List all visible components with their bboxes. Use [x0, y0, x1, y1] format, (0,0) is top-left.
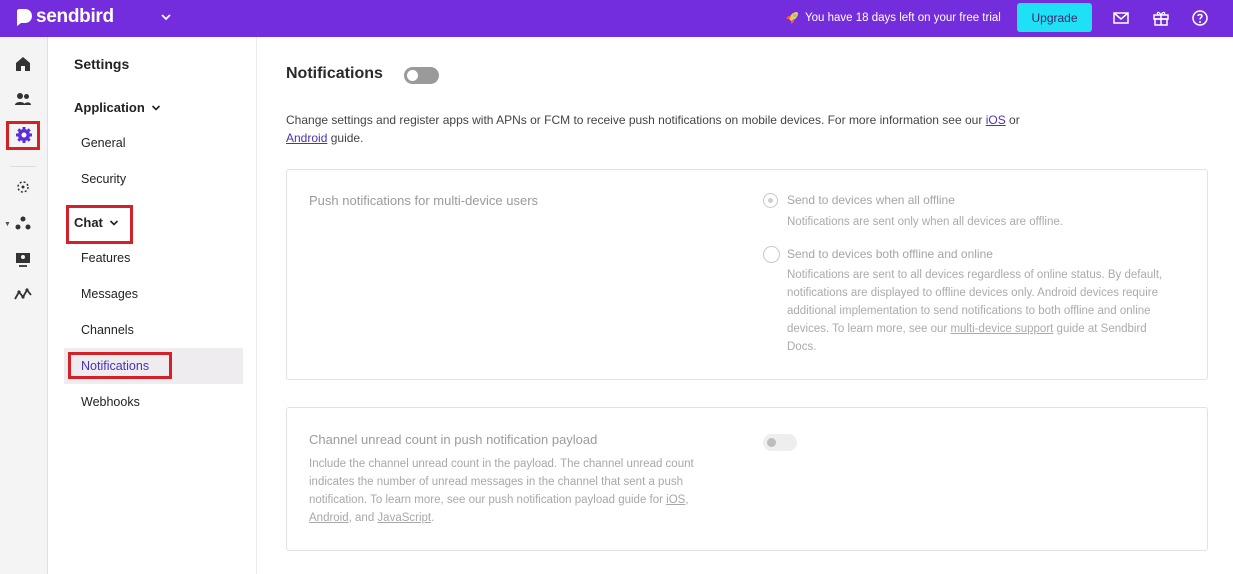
radio-all-offline-label[interactable]: Send to devices when all offline	[787, 193, 955, 207]
users-icon[interactable]	[14, 90, 32, 108]
multi-device-support-link[interactable]: multi-device support	[950, 323, 1053, 335]
nav-group-label: Application	[74, 100, 145, 115]
payload-android-link[interactable]: Android	[309, 512, 349, 524]
notifications-toggle[interactable]	[404, 67, 439, 84]
rail-divider	[10, 166, 36, 167]
mail-icon[interactable]	[1112, 9, 1130, 27]
radio-all-offline[interactable]	[763, 193, 778, 208]
upgrade-button[interactable]: Upgrade	[1017, 3, 1092, 32]
multi-device-card: Push notifications for multi-device user…	[286, 169, 1208, 380]
android-guide-link[interactable]: Android	[286, 131, 327, 145]
sendbird-logo[interactable]: sendbird	[14, 6, 114, 28]
nav-item-channels[interactable]: Channels	[81, 323, 134, 337]
nav-group-application[interactable]: Application	[74, 100, 161, 115]
help-icon[interactable]	[1191, 9, 1209, 27]
unread-count-card: Channel unread count in push notificatio…	[286, 407, 1208, 551]
logo-text: sendbird	[36, 6, 114, 27]
nav-item-security[interactable]: Security	[81, 172, 126, 186]
rocket-icon	[786, 12, 798, 24]
unread-count-label: Channel unread count in push notificatio…	[309, 432, 598, 447]
left-rail: ▼	[0, 37, 48, 574]
home-icon[interactable]	[14, 55, 32, 73]
radio-offline-online-label[interactable]: Send to devices both offline and online	[787, 247, 993, 261]
settings-title: Settings	[74, 56, 130, 72]
main-content: Notifications Change settings and regist…	[258, 37, 1233, 574]
chevron-down-icon	[151, 104, 160, 111]
caret-right-icon: ▼	[4, 221, 11, 228]
settings-nav: Settings Application General Security Ch…	[48, 37, 257, 574]
nav-item-messages[interactable]: Messages	[81, 287, 138, 301]
nav-item-general[interactable]: General	[81, 136, 125, 150]
radio-offline-online[interactable]	[763, 246, 780, 263]
settings-icon[interactable]	[15, 126, 33, 144]
radio-all-offline-help: Notifications are sent only when all dev…	[787, 216, 1063, 228]
trial-text: You have 18 days left on your free trial	[805, 12, 1001, 24]
nav-group-chat[interactable]: Chat	[74, 215, 119, 230]
page-title: Notifications	[286, 65, 383, 82]
moderation-icon[interactable]	[14, 250, 32, 268]
nav-item-webhooks[interactable]: Webhooks	[81, 395, 140, 409]
chevron-down-icon[interactable]	[160, 11, 172, 23]
trial-notice: You have 18 days left on your free trial	[784, 10, 1001, 26]
multi-device-label: Push notifications for multi-device user…	[309, 193, 539, 208]
nav-item-features[interactable]: Features	[81, 251, 130, 265]
ios-guide-link[interactable]: iOS	[986, 113, 1006, 127]
nav-group-label: Chat	[74, 215, 103, 230]
gift-icon[interactable]	[1152, 9, 1170, 27]
top-bar: sendbird You have 18 days left on your f…	[0, 0, 1233, 37]
activity-icon[interactable]	[14, 286, 32, 304]
unread-count-toggle[interactable]	[763, 434, 797, 451]
target-icon[interactable]	[14, 178, 32, 196]
sendbird-logo-icon	[17, 9, 32, 26]
analytics-icon[interactable]	[14, 214, 32, 232]
chevron-down-icon	[109, 219, 118, 226]
radio-offline-online-help: Notifications are sent to all devices re…	[787, 269, 1163, 353]
payload-javascript-link[interactable]: JavaScript	[377, 512, 431, 524]
unread-count-help: Include the channel unread count in the …	[309, 458, 694, 524]
nav-item-notifications[interactable]: Notifications	[81, 359, 149, 373]
page-description: Change settings and register apps with A…	[286, 113, 1020, 145]
payload-ios-link[interactable]: iOS	[666, 494, 685, 506]
